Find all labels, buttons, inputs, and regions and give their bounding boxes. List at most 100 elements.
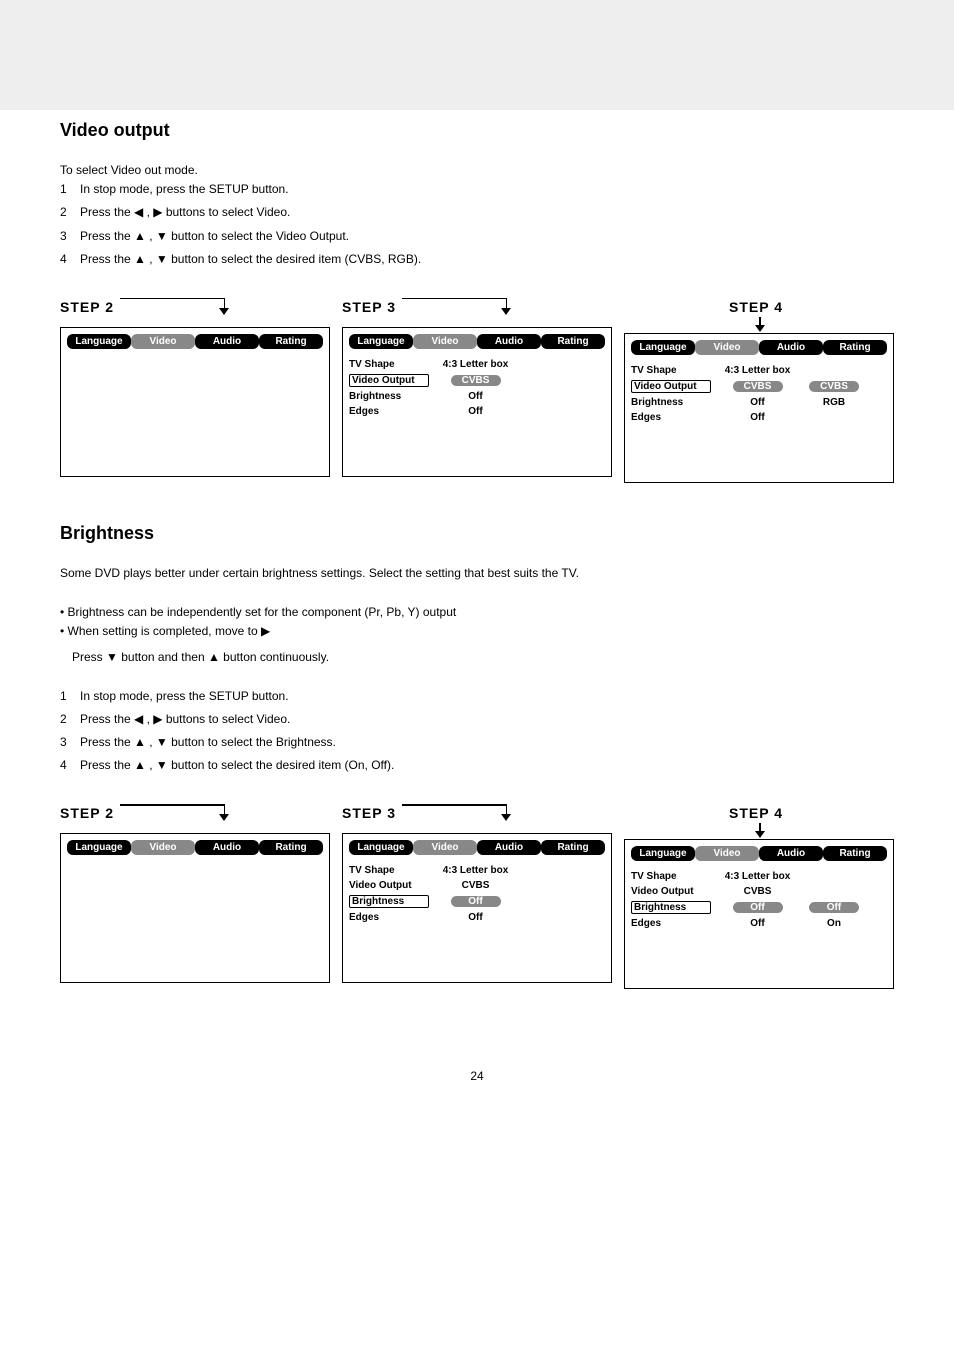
opt-brightness[interactable]: Brightness (631, 901, 711, 914)
intro-a: To select Video out mode. (60, 161, 894, 180)
tab-language[interactable]: Language (631, 846, 695, 861)
opt-edges: Edges (631, 412, 711, 423)
tab-language[interactable]: Language (349, 840, 413, 855)
step-b2: Press the ◀ , ▶ buttons to select Video. (80, 712, 290, 726)
tab-language[interactable]: Language (631, 340, 695, 355)
page-number: 24 (0, 1019, 954, 1113)
step2-title: STEP 2 (60, 805, 114, 821)
header-band (0, 0, 954, 110)
step3-title: STEP 3 (342, 299, 396, 315)
tab-video[interactable]: Video (131, 840, 195, 855)
tab-language[interactable]: Language (349, 334, 413, 349)
tab-video[interactable]: Video (131, 334, 195, 349)
panel-b-step3: STEP 3 Language Video Audio Rating TV Sh… (342, 799, 612, 989)
step-a4: Press the ▲ , ▼ button to select the des… (80, 252, 421, 266)
opt-videoout[interactable]: Video Output (349, 374, 429, 387)
val-cvbs-opt[interactable]: CVBS (809, 381, 859, 392)
tab-rating[interactable]: Rating (541, 840, 605, 855)
tab-language[interactable]: Language (67, 840, 131, 855)
tab-video[interactable]: Video (695, 846, 759, 861)
val-cvbs-hl[interactable]: CVBS (451, 375, 501, 386)
val-off: Off (715, 412, 800, 423)
tab-video[interactable]: Video (413, 840, 477, 855)
intro-b: Some DVD plays better under certain brig… (60, 564, 894, 583)
val-cvbs-hl[interactable]: CVBS (733, 381, 783, 392)
step-b3: Press the ▲ , ▼ button to select the Bri… (80, 735, 336, 749)
screen-a2: Language Video Audio Rating (60, 327, 330, 477)
tab-rating[interactable]: Rating (823, 340, 887, 355)
step-b1: In stop mode, press the SETUP button. (80, 689, 289, 703)
section-brightness: Brightness Some DVD plays better under c… (0, 513, 954, 1020)
step2-title: STEP 2 (60, 299, 114, 315)
opt-videoout: Video Output (349, 880, 429, 891)
tab-video[interactable]: Video (413, 334, 477, 349)
connector-icon (120, 298, 330, 316)
step3-title: STEP 3 (342, 805, 396, 821)
opt-brightness: Brightness (631, 397, 711, 408)
screen-a3: Language Video Audio Rating TV Shape 4:3… (342, 327, 612, 477)
val-rgb[interactable]: RGB (804, 397, 864, 408)
val-off: Off (433, 406, 518, 417)
panel-a-step4: STEP 4 Language Video Audio Rating TV Sh… (624, 293, 894, 483)
step-a2: Press the ◀ , ▶ buttons to select Video. (80, 205, 290, 219)
tab-audio[interactable]: Audio (759, 340, 823, 355)
tab-audio[interactable]: Audio (759, 846, 823, 861)
tab-audio[interactable]: Audio (477, 334, 541, 349)
info2: When setting is completed, move to ▶ (68, 624, 271, 638)
tab-language[interactable]: Language (67, 334, 131, 349)
val-on[interactable]: On (804, 918, 864, 929)
opt-videoout: Video Output (631, 886, 711, 897)
val-tvshape: 4:3 Letter box (433, 865, 518, 876)
tab-rating[interactable]: Rating (541, 334, 605, 349)
section-video-output: Video output To select Video out mode. 1… (0, 110, 954, 513)
down-arrow-icon (624, 327, 894, 333)
connector-icon (402, 298, 612, 316)
opt-tvshape: TV Shape (631, 365, 711, 376)
val-off-hl[interactable]: Off (451, 896, 501, 907)
down-arrow-icon (624, 833, 894, 839)
val-off: Off (433, 912, 518, 923)
tab-audio[interactable]: Audio (477, 840, 541, 855)
screen-b3: Language Video Audio Rating TV Shape 4:3… (342, 833, 612, 983)
tab-rating[interactable]: Rating (823, 846, 887, 861)
tab-rating[interactable]: Rating (259, 840, 323, 855)
panel-b-step2: STEP 2 Language Video Audio Rating (60, 799, 330, 989)
screen-b2: Language Video Audio Rating (60, 833, 330, 983)
val-off: Off (433, 391, 518, 402)
val-off: Off (715, 397, 800, 408)
connector-icon (120, 804, 330, 822)
opt-videoout[interactable]: Video Output (631, 380, 711, 393)
opt-edges: Edges (631, 918, 711, 929)
heading-brightness: Brightness (60, 523, 894, 544)
panel-a-step3: STEP 3 Language Video Audio Rating TV Sh… (342, 293, 612, 483)
val-off-opt[interactable]: Off (809, 902, 859, 913)
info1: Brightness can be independently set for … (68, 605, 457, 619)
steps-text-a: To select Video out mode. 1In stop mode,… (60, 161, 894, 269)
opt-brightness[interactable]: Brightness (349, 895, 429, 908)
info3: Press ▼ button and then ▲ button continu… (72, 648, 894, 667)
step4-title: STEP 4 (729, 805, 783, 821)
steps-text-b: Some DVD plays better under certain brig… (60, 564, 894, 776)
val-off-hl[interactable]: Off (733, 902, 783, 913)
tab-audio[interactable]: Audio (195, 334, 259, 349)
opt-edges: Edges (349, 406, 429, 417)
opt-brightness: Brightness (349, 391, 429, 402)
val-tvshape: 4:3 Letter box (433, 359, 518, 370)
opt-tvshape: TV Shape (349, 865, 429, 876)
steps-row-a: STEP 2 Language Video Audio Rating STEP … (60, 293, 894, 483)
panel-b-step4: STEP 4 Language Video Audio Rating TV Sh… (624, 799, 894, 989)
opt-tvshape: TV Shape (349, 359, 429, 370)
tab-rating[interactable]: Rating (259, 334, 323, 349)
val-tvshape: 4:3 Letter box (715, 365, 800, 376)
connector-icon (402, 804, 612, 822)
tab-video[interactable]: Video (695, 340, 759, 355)
screen-a4: Language Video Audio Rating TV Shape 4:3… (624, 333, 894, 483)
step-a1: In stop mode, press the SETUP button. (80, 182, 289, 196)
step-b4: Press the ▲ , ▼ button to select the des… (80, 758, 394, 772)
step4-title: STEP 4 (729, 299, 783, 315)
val-cvbs: CVBS (715, 886, 800, 897)
screen-b4: Language Video Audio Rating TV Shape 4:3… (624, 839, 894, 989)
tab-audio[interactable]: Audio (195, 840, 259, 855)
steps-row-b: STEP 2 Language Video Audio Rating STEP … (60, 799, 894, 989)
val-cvbs: CVBS (433, 880, 518, 891)
